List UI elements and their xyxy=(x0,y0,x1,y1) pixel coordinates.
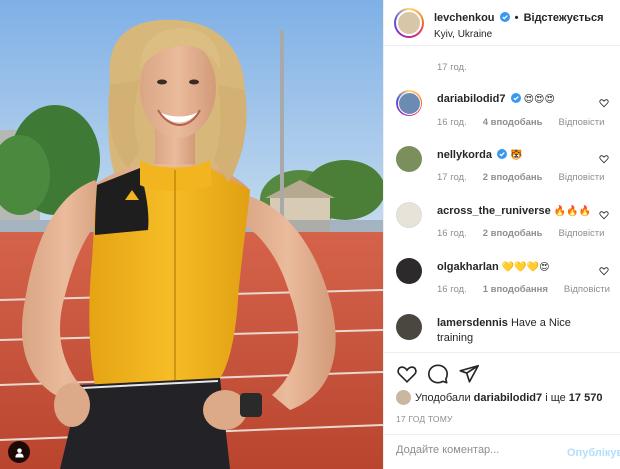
post-actions-bar xyxy=(384,352,620,392)
commenter-avatar[interactable] xyxy=(396,258,422,284)
comment-heart-icon[interactable] xyxy=(599,210,609,220)
commenter-username[interactable]: across_the_runiverse xyxy=(437,205,551,217)
comment-time[interactable]: 16 год. xyxy=(437,284,467,295)
comment-text: 🐯 xyxy=(510,150,523,161)
caption-time: 17 год. xyxy=(437,62,467,73)
reply-button[interactable]: Відповісти xyxy=(558,172,604,183)
commenter-username[interactable]: nellykorda xyxy=(437,149,492,161)
verified-badge-icon xyxy=(510,93,521,103)
comment-body: across_the_runiverse 🔥🔥🔥 xyxy=(437,204,617,219)
post-header: levchenkou • Відстежується Kyiv, Ukraine xyxy=(384,0,620,46)
comment-meta: 16 год. 2 вподобань Відповісти xyxy=(437,228,620,239)
comment-time[interactable]: 16 год. xyxy=(437,228,467,239)
publish-button[interactable]: Опублікувати xyxy=(567,447,620,459)
comment-body: olgakharlan 💛💛💛😍 xyxy=(437,260,617,275)
comment-heart-icon[interactable] xyxy=(599,98,609,108)
comment-likes[interactable]: 2 вподобань xyxy=(483,228,543,239)
commenter-username[interactable]: dariabilodid7 xyxy=(437,93,505,105)
comment-meta: 16 год. 4 вподобань Відповісти xyxy=(437,117,620,128)
likes-and: і ще xyxy=(545,392,566,404)
comment-meta: 17 год. 2 вподобань Відповісти xyxy=(437,172,620,183)
comment-heart-icon[interactable] xyxy=(599,266,609,276)
commenter-avatar[interactable] xyxy=(396,90,422,116)
author-line: levchenkou • Відстежується xyxy=(434,12,604,24)
post-photo[interactable] xyxy=(0,0,383,469)
likes-count[interactable]: 17 570 xyxy=(569,392,603,404)
likes-prefix: Уподобали xyxy=(415,392,471,404)
commenter-avatar[interactable] xyxy=(396,146,422,172)
follow-button[interactable]: Відстежується xyxy=(524,12,604,24)
comment-time[interactable]: 16 год. xyxy=(437,117,467,128)
verified-badge-icon xyxy=(499,12,510,22)
commenter-username[interactable]: olgakharlan xyxy=(437,261,499,273)
heart-icon[interactable] xyxy=(396,363,418,385)
paper-plane-icon[interactable] xyxy=(458,363,480,385)
post-timestamp[interactable]: 17 ГОД ТОМУ xyxy=(396,414,453,424)
author-username[interactable]: levchenkou xyxy=(434,12,495,24)
likes-summary: Уподобали dariabilodid7 і ще 17 570 xyxy=(396,390,602,405)
comment-likes[interactable]: 2 вподобань xyxy=(483,172,543,183)
comment-text: 💛💛💛😍 xyxy=(501,262,550,273)
athlete-photo-illustration xyxy=(0,0,383,469)
comment-meta: 16 год. 1 вподобання Відповісти xyxy=(437,284,620,295)
comment-likes[interactable]: 4 вподобань xyxy=(483,117,543,128)
comment-input[interactable] xyxy=(396,444,556,456)
comment-body: lamersdennis Have a Nice training xyxy=(437,316,597,346)
reply-button[interactable]: Відповісти xyxy=(558,117,604,128)
user-tag-icon[interactable] xyxy=(8,441,30,463)
post-details-panel: levchenkou • Відстежується Kyiv, Ukraine… xyxy=(383,0,620,469)
comment-text: 🔥🔥🔥 xyxy=(553,206,592,217)
reply-button[interactable]: Відповісти xyxy=(558,228,604,239)
author-avatar[interactable] xyxy=(394,8,424,38)
comment-likes[interactable]: 1 вподобання xyxy=(483,284,548,295)
separator-dot: • xyxy=(514,12,519,24)
comment-heart-icon[interactable] xyxy=(599,154,609,164)
comment-text: 😍😍😍 xyxy=(523,94,555,105)
commenter-avatar[interactable] xyxy=(396,202,422,228)
reply-button[interactable]: Відповісти xyxy=(564,284,610,295)
comment-body: nellykorda 🐯 xyxy=(437,148,617,163)
post-location[interactable]: Kyiv, Ukraine xyxy=(434,29,492,40)
commenter-avatar[interactable] xyxy=(396,314,422,340)
commenter-username[interactable]: lamersdennis xyxy=(437,317,508,329)
comment-icon[interactable] xyxy=(427,363,449,385)
comment-body: dariabilodid7 😍😍😍 xyxy=(437,92,617,107)
liker-avatar[interactable] xyxy=(396,390,411,405)
add-comment-bar: Опублікувати xyxy=(384,434,620,469)
comment-time[interactable]: 17 год. xyxy=(437,172,467,183)
liker-username[interactable]: dariabilodid7 xyxy=(474,392,542,404)
verified-badge-icon xyxy=(497,149,508,159)
